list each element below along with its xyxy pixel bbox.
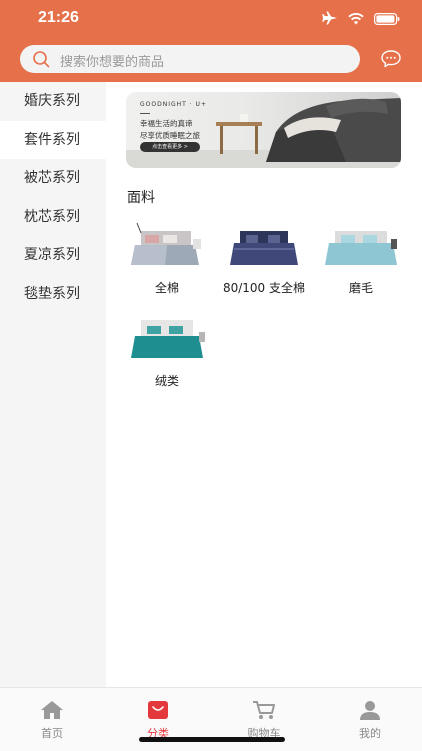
message-icon[interactable] — [380, 49, 402, 73]
home-indicator — [139, 737, 285, 742]
sidebar-item-pillows[interactable]: 枕芯系列 — [0, 198, 106, 237]
airplane-icon — [322, 10, 338, 29]
banner-title: GOODNIGHT · U+ — [140, 101, 207, 108]
search-bar[interactable]: 搜索你想要的商品 — [20, 45, 360, 73]
search-icon — [32, 50, 50, 72]
tab-me[interactable]: 我的 — [340, 700, 400, 741]
banner-line1: 幸福生活的真谛 — [140, 119, 193, 128]
tab-home[interactable]: 首页 — [22, 700, 82, 741]
tab-category[interactable]: 分类 — [128, 700, 188, 741]
user-icon — [359, 701, 381, 723]
sidebar-item-bedding-sets[interactable]: 套件系列 — [0, 120, 106, 159]
status-bar: 21:26 — [0, 0, 422, 36]
battery-icon — [374, 10, 400, 29]
product-image-plush — [131, 320, 205, 358]
product-name: 80/100 支全棉 — [222, 281, 306, 295]
tab-label: 首页 — [41, 727, 63, 740]
status-icons — [322, 10, 400, 29]
sidebar-item-wedding[interactable]: 婚庆系列 — [0, 82, 106, 121]
sidebar-item-blankets[interactable]: 毯垫系列 — [0, 275, 106, 314]
category-bag-icon — [147, 701, 169, 723]
section-title-fabric: 面料 — [127, 190, 155, 206]
sidebar-item-summer[interactable]: 夏凉系列 — [0, 236, 106, 275]
sidebar-item-quilts[interactable]: 被芯系列 — [0, 159, 106, 198]
home-icon — [40, 701, 64, 723]
product-image-brushed — [325, 231, 397, 265]
product-item-cotton[interactable]: 全棉 — [122, 221, 212, 296]
tab-label: 我的 — [359, 727, 381, 740]
banner-line2: 尽享优质睡眠之旅 — [140, 131, 200, 140]
tab-cart[interactable]: 购物车 — [234, 700, 294, 741]
promo-banner[interactable]: GOODNIGHT · U+ 幸福生活的真谛 尽享优质睡眠之旅 点击查看更多 > — [126, 92, 401, 168]
product-item-plush[interactable]: 绒类 — [122, 314, 212, 389]
product-name: 绒类 — [154, 374, 179, 388]
product-image-80-100-cotton — [230, 231, 298, 265]
banner-more-button[interactable]: 点击查看更多 > — [140, 142, 200, 152]
product-item-brushed[interactable]: 磨毛 — [316, 221, 406, 296]
category-sidebar: 婚庆系列 套件系列 被芯系列 枕芯系列 夏凉系列 毯垫系列 — [0, 82, 106, 688]
product-item-80-100-cotton[interactable]: 80/100 支全棉 — [219, 221, 309, 296]
search-placeholder: 搜索你想要的商品 — [60, 55, 165, 70]
app-header: 21:26 搜索你想要的商品 — [0, 0, 422, 82]
product-image-cotton — [131, 222, 201, 265]
cart-icon — [252, 701, 276, 723]
wifi-icon — [348, 10, 364, 29]
banner-divider — [140, 113, 150, 114]
product-name: 磨毛 — [348, 281, 373, 295]
status-time: 21:26 — [38, 9, 79, 26]
product-name: 全棉 — [154, 281, 179, 295]
